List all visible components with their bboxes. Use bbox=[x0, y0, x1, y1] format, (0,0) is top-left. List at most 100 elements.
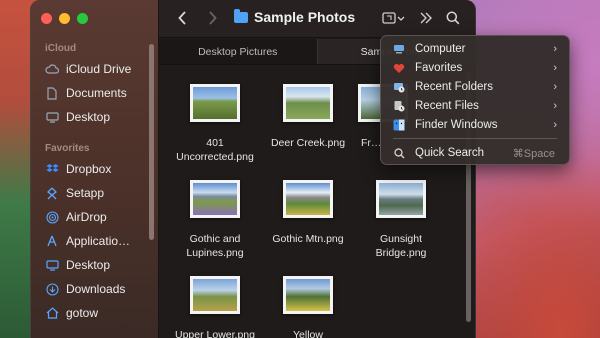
folder-icon bbox=[234, 8, 248, 23]
sidebar: iCloud iCloud Drive Documents Desktop Fa… bbox=[31, 0, 159, 338]
menu-item-label: Recent Folders bbox=[415, 81, 493, 93]
more-toolbar-button[interactable] bbox=[417, 8, 435, 28]
applications-icon bbox=[45, 234, 59, 248]
image-thumbnail bbox=[283, 276, 333, 314]
path-menu-button[interactable] bbox=[381, 8, 407, 28]
chevron-left-icon bbox=[177, 11, 186, 25]
document-menu-icon bbox=[382, 12, 405, 24]
file-name: Deer Creek.png bbox=[270, 137, 346, 149]
image-thumbnail bbox=[283, 180, 333, 218]
menu-item-label: Finder Windows bbox=[415, 119, 498, 131]
menu-item-recent-folders[interactable]: Recent Folders › bbox=[387, 78, 563, 96]
minimize-button[interactable] bbox=[59, 13, 70, 24]
go-menu-dropdown: Computer › Favorites › Recent Folders › … bbox=[380, 35, 570, 165]
window-controls bbox=[41, 13, 88, 24]
sidebar-item-airdrop[interactable]: AirDrop bbox=[45, 207, 155, 227]
chevron-right-icon: › bbox=[553, 100, 557, 112]
sidebar-item-desktop-icloud[interactable]: Desktop bbox=[45, 107, 155, 127]
airdrop-icon bbox=[45, 210, 59, 224]
sidebar-scrollbar[interactable] bbox=[149, 44, 154, 240]
menu-item-label: Recent Files bbox=[415, 100, 479, 112]
sidebar-item-label: Desktop bbox=[66, 258, 111, 272]
recent-folders-icon bbox=[393, 81, 405, 93]
sidebar-item-label: gotow bbox=[66, 306, 99, 320]
sidebar-item-label: Setapp bbox=[66, 186, 105, 200]
sidebar-item-documents[interactable]: Documents bbox=[45, 83, 155, 103]
home-icon bbox=[45, 306, 59, 320]
window-title: Sample Photos bbox=[234, 8, 356, 25]
desktop-icon bbox=[45, 258, 59, 272]
toolbar: Sample Photos bbox=[159, 0, 475, 38]
file-name: Yellow bbox=[293, 329, 323, 338]
image-thumbnail bbox=[283, 84, 333, 122]
recent-files-icon bbox=[393, 100, 405, 112]
menu-item-label: Quick Search bbox=[415, 147, 485, 159]
menu-item-label: Computer bbox=[415, 43, 466, 55]
sidebar-item-icloud-drive[interactable]: iCloud Drive bbox=[45, 59, 155, 79]
chevron-right-icon: › bbox=[553, 62, 557, 74]
file-name: Gothic Mtn.png bbox=[272, 233, 344, 245]
sidebar-item-label: iCloud Drive bbox=[66, 62, 132, 76]
sidebar-item-setapp[interactable]: Setapp bbox=[45, 183, 155, 203]
menu-item-computer[interactable]: Computer › bbox=[387, 40, 563, 58]
image-thumbnail bbox=[190, 180, 240, 218]
desktop-icon bbox=[45, 110, 59, 124]
menu-item-recent-files[interactable]: Recent Files › bbox=[387, 97, 563, 115]
file-item[interactable]: Gothic and Lupines.png bbox=[167, 180, 263, 260]
image-thumbnail bbox=[190, 276, 240, 314]
file-item[interactable]: Upper Lower.png bbox=[167, 276, 263, 338]
setapp-icon bbox=[45, 186, 59, 200]
forward-button[interactable] bbox=[203, 8, 221, 28]
cloud-icon bbox=[45, 62, 59, 76]
sidebar-item-label: Dropbox bbox=[66, 162, 112, 176]
search-icon bbox=[393, 147, 405, 159]
sidebar-item-label: Documents bbox=[66, 86, 127, 100]
chevron-right-icon: › bbox=[553, 119, 557, 131]
file-name: Gothic and Lupines.png bbox=[186, 233, 244, 259]
sidebar-item-desktop[interactable]: Desktop bbox=[45, 255, 155, 275]
sidebar-item-label: Downloads bbox=[66, 282, 126, 296]
double-chevron-right-icon bbox=[420, 12, 432, 24]
chevron-right-icon bbox=[208, 11, 217, 25]
sidebar-section-favorites: Favorites bbox=[45, 143, 90, 154]
file-item[interactable]: Yellow bbox=[260, 276, 356, 338]
menu-divider bbox=[393, 138, 557, 139]
computer-icon bbox=[393, 43, 405, 55]
sidebar-item-label: AirDrop bbox=[66, 210, 107, 224]
downloads-icon bbox=[45, 282, 59, 296]
finder-icon bbox=[393, 119, 405, 131]
file-item[interactable]: 401 Uncorrected.png bbox=[167, 84, 263, 164]
file-name: Gunsight Bridge.png bbox=[375, 233, 427, 259]
sidebar-item-dropbox[interactable]: Dropbox bbox=[45, 159, 155, 179]
file-item[interactable]: Deer Creek.png bbox=[260, 84, 356, 150]
file-item[interactable]: Gunsight Bridge.png bbox=[353, 180, 449, 260]
file-item[interactable]: Gothic Mtn.png bbox=[260, 180, 356, 246]
image-thumbnail bbox=[376, 180, 426, 218]
file-name: 401 Uncorrected.png bbox=[176, 137, 254, 163]
menu-item-finder-windows[interactable]: Finder Windows › bbox=[387, 116, 563, 134]
window-title-text: Sample Photos bbox=[254, 9, 356, 25]
close-button[interactable] bbox=[41, 13, 52, 24]
sidebar-item-applications[interactable]: Applicatio… bbox=[45, 231, 155, 251]
tab-desktop-pictures[interactable]: Desktop Pictures bbox=[159, 39, 317, 64]
back-button[interactable] bbox=[173, 8, 191, 28]
sidebar-item-home[interactable]: gotow bbox=[45, 303, 155, 323]
keyboard-shortcut: ⌘Space bbox=[512, 147, 555, 160]
search-icon bbox=[446, 11, 460, 25]
search-button[interactable] bbox=[444, 8, 462, 28]
maximize-button[interactable] bbox=[77, 13, 88, 24]
image-thumbnail bbox=[190, 84, 240, 122]
document-icon bbox=[45, 86, 59, 100]
sidebar-section-icloud: iCloud bbox=[45, 43, 77, 54]
menu-item-quick-search[interactable]: Quick Search ⌘Space bbox=[387, 144, 563, 162]
file-name: Upper Lower.png bbox=[175, 329, 255, 338]
dropbox-icon bbox=[45, 162, 59, 176]
sidebar-item-label: Applicatio… bbox=[66, 234, 131, 248]
heart-icon bbox=[393, 62, 405, 74]
menu-item-label: Favorites bbox=[415, 62, 463, 74]
sidebar-item-label: Desktop bbox=[66, 110, 111, 124]
chevron-right-icon: › bbox=[553, 43, 557, 55]
menu-item-favorites[interactable]: Favorites › bbox=[387, 59, 563, 77]
chevron-right-icon: › bbox=[553, 81, 557, 93]
sidebar-item-downloads[interactable]: Downloads bbox=[45, 279, 155, 299]
